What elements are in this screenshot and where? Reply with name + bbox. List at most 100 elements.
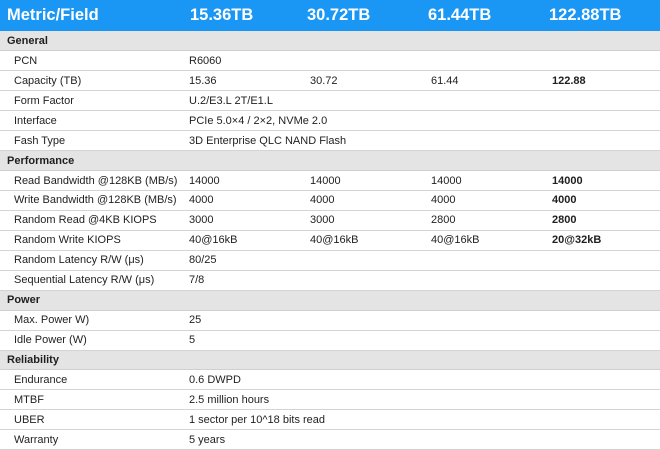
cell-value-3: 40@16kB <box>418 230 539 251</box>
section-title: Reliability <box>0 350 660 371</box>
table-row: Capacity (TB) 15.36 30.72 61.44 122.88 <box>0 70 660 92</box>
cell-value-1: 3D Enterprise QLC NAND Flash <box>176 130 346 152</box>
table-row: Write Bandwidth @128KB (MB/s) 4000 4000 400… <box>0 190 660 211</box>
cell-value-1: U.2/E3.L 2T/E1.L <box>176 90 297 112</box>
table-row: MTBF 2.5 million hours <box>0 389 660 411</box>
header-capacity-61tb: 61.44TB <box>428 6 492 24</box>
cell-value-3 <box>418 310 539 331</box>
row-label: Sequential Latency R/W (μs) <box>0 270 176 291</box>
cell-value-4 <box>539 50 660 72</box>
row-label: Random Read @4KB KIOPS <box>0 210 176 231</box>
cell-value-3 <box>418 90 539 112</box>
cell-value-2 <box>297 50 418 72</box>
cell-value-2: 14000 <box>297 170 418 191</box>
header-capacity-30tb: 30.72TB <box>307 6 371 24</box>
table-row: PCN R6060 <box>0 50 660 72</box>
header-capacity-122tb: 122.88TB <box>549 6 622 24</box>
cell-value-2 <box>297 429 418 450</box>
section-title: General <box>0 31 660 52</box>
table-row: Sequential Latency R/W (μs) 7/8 <box>0 270 660 291</box>
cell-value-3 <box>418 250 539 271</box>
header-capacity-15tb: 15.36TB <box>190 6 254 24</box>
table-row: Read Bandwidth @128KB (MB/s) 14000 14000 14… <box>0 170 660 191</box>
cell-value-1: 3000 <box>176 210 297 231</box>
cell-value-3: 61.44 <box>418 70 539 92</box>
cell-value-1: 15.36 <box>176 70 297 92</box>
cell-value-4: 14000 <box>539 170 660 191</box>
row-label: Random Latency R/W (μs) <box>0 250 176 271</box>
cell-value-1: 4000 <box>176 190 297 211</box>
cell-value-4: 20@32kB <box>539 230 660 251</box>
table-row: Max. Power W) 25 <box>0 310 660 331</box>
cell-value-3 <box>418 369 539 391</box>
row-label: Write Bandwidth @128KB (MB/s) <box>0 190 177 211</box>
cell-value-1: 7/8 <box>176 270 297 291</box>
row-label: UBER <box>0 409 176 431</box>
cell-value-2 <box>297 90 418 112</box>
cell-value-2: 30.72 <box>297 70 418 92</box>
cell-value-3: 14000 <box>418 170 539 191</box>
cell-value-1: 5 years <box>176 429 297 450</box>
table-row: Warranty 5 years <box>0 429 660 450</box>
header-metric: Metric/Field <box>7 6 99 24</box>
cell-value-1: R6060 <box>176 50 297 72</box>
table-row: Fash Type 3D Enterprise QLC NAND Flash <box>0 130 660 152</box>
cell-value-3 <box>418 429 539 450</box>
row-label: Read Bandwidth @128KB (MB/s) <box>0 170 177 191</box>
cell-value-1: 25 <box>176 310 297 331</box>
cell-value-4: 122.88 <box>539 70 660 92</box>
section-row: Performance <box>0 150 660 172</box>
table-row: Idle Power (W) 5 <box>0 330 660 351</box>
cell-value-1: 2.5 million hours <box>176 389 297 411</box>
table-row: Form Factor U.2/E3.L 2T/E1.L <box>0 90 660 112</box>
row-label: Capacity (TB) <box>0 70 176 92</box>
row-label: PCN <box>0 50 176 72</box>
row-label: Fash Type <box>0 130 176 152</box>
cell-value-4: 2800 <box>539 210 660 231</box>
cell-value-4 <box>539 130 660 152</box>
table-row: Interface PCIe 5.0×4 / 2×2, NVMe 2.0 <box>0 110 660 132</box>
cell-value-4 <box>539 369 660 391</box>
cell-value-2 <box>297 389 418 411</box>
table-row: Random Latency R/W (μs) 80/25 <box>0 250 660 271</box>
header-row: Metric/Field 15.36TB 30.72TB 61.44TB 122… <box>0 0 660 31</box>
cell-value-4 <box>539 330 660 351</box>
row-label: Max. Power W) <box>0 310 176 331</box>
cell-value-1: 5 <box>176 330 297 351</box>
cell-value-2 <box>297 270 418 291</box>
cell-value-2: 40@16kB <box>297 230 418 251</box>
row-label: Endurance <box>0 369 176 391</box>
row-label: Idle Power (W) <box>0 330 176 351</box>
table-row: Random Read @4KB KIOPS 3000 3000 2800 2800 <box>0 210 660 231</box>
cell-value-1: 40@16kB <box>176 230 297 251</box>
table-row: Random Write KIOPS 40@16kB 40@16kB 40@16kB 2… <box>0 230 660 251</box>
cell-value-2 <box>297 310 418 331</box>
cell-value-3 <box>418 130 539 152</box>
cell-value-4 <box>539 270 660 291</box>
cell-value-1: 0.6 DWPD <box>176 369 297 391</box>
cell-value-3 <box>418 389 539 411</box>
cell-value-4 <box>539 310 660 331</box>
cell-value-3 <box>418 409 539 431</box>
cell-value-3: 4000 <box>418 190 539 211</box>
row-label: Form Factor <box>0 90 176 112</box>
section-row: Power <box>0 290 660 311</box>
cell-value-4 <box>539 250 660 271</box>
cell-value-2 <box>297 250 418 271</box>
table-row: Endurance 0.6 DWPD <box>0 369 660 391</box>
row-label: MTBF <box>0 389 176 411</box>
cell-value-4 <box>539 389 660 411</box>
cell-value-4 <box>539 110 660 132</box>
cell-value-3 <box>418 270 539 291</box>
cell-value-4: 4000 <box>539 190 660 211</box>
section-row: Reliability <box>0 350 660 371</box>
cell-value-1: 14000 <box>176 170 297 191</box>
cell-value-4 <box>539 90 660 112</box>
section-title: Performance <box>0 150 660 172</box>
cell-value-1: PCIe 5.0×4 / 2×2, NVMe 2.0 <box>176 110 327 132</box>
cell-value-2 <box>297 369 418 391</box>
cell-value-2: 4000 <box>297 190 418 211</box>
section-title: Power <box>0 290 660 311</box>
row-label: Random Write KIOPS <box>0 230 176 251</box>
cell-value-4 <box>539 409 660 431</box>
